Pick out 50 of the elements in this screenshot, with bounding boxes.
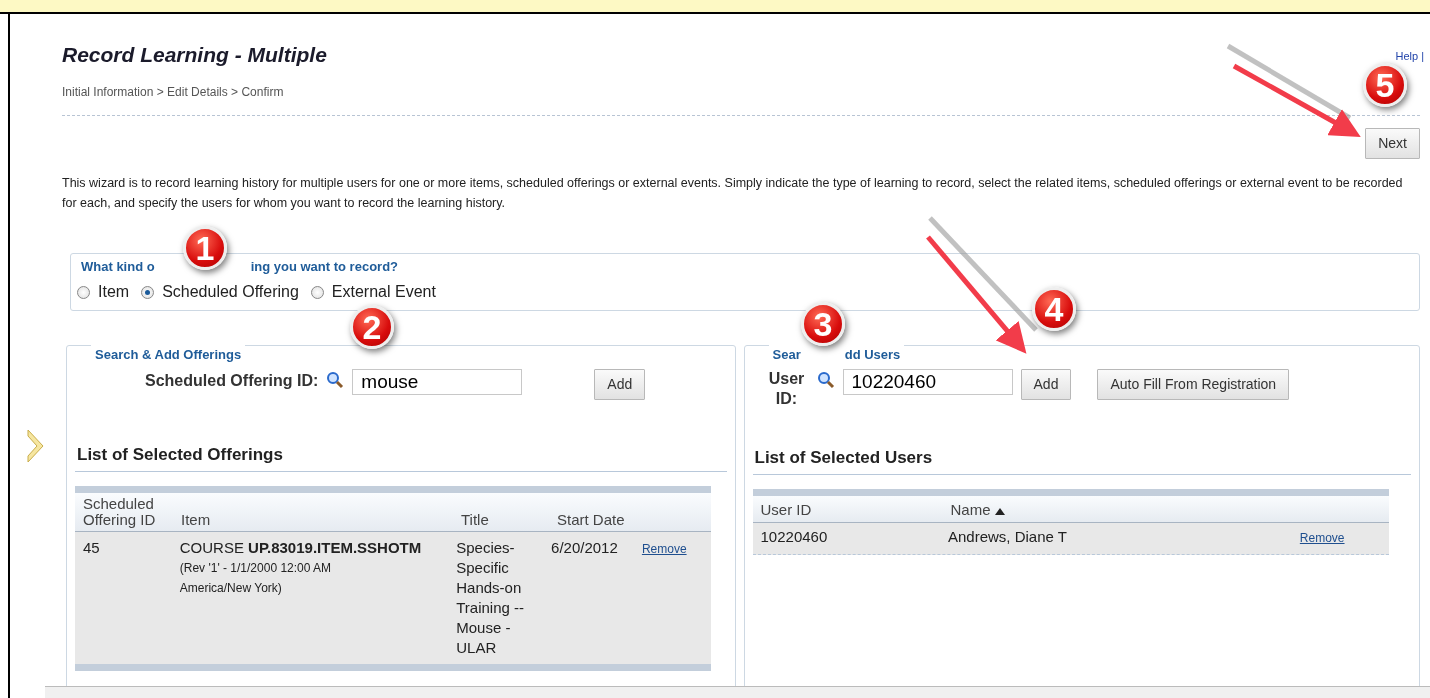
separator-text: | bbox=[1421, 49, 1424, 64]
table-cell-text: 45 bbox=[83, 538, 101, 559]
table-cell-text: Andrews, Diane T bbox=[947, 527, 1068, 548]
input-field[interactable]: 10220460 bbox=[842, 369, 1013, 395]
field-label: User ID: bbox=[767, 369, 806, 409]
add-button[interactable]: Add bbox=[1020, 369, 1072, 400]
table-cell-text: 6/20/2012 bbox=[551, 538, 619, 559]
column-header: Scheduled Offering ID bbox=[83, 495, 156, 529]
callout-badge: 1 bbox=[183, 226, 227, 270]
legend-text: dd Users bbox=[844, 346, 901, 365]
legend-text: What kind o bbox=[81, 258, 155, 276]
radio-label[interactable]: External Event bbox=[331, 280, 436, 305]
next-button[interactable]: Next bbox=[1365, 128, 1420, 159]
add-button[interactable]: Add bbox=[594, 369, 646, 400]
description: This wizard is to record learning history for multiple users for one or more items, scheduled offerings or external events. Simply indicate the type of learning to record, select the related items, scheduled offerings or external event to be recorded for each, and specify the users for whom you want to record the learning history. bbox=[62, 175, 1404, 212]
callout-badge: 3 bbox=[801, 302, 845, 346]
column-header: Title bbox=[461, 511, 489, 529]
column-header: Item bbox=[181, 511, 211, 529]
remove-link[interactable]: Remove bbox=[641, 542, 687, 557]
table-cell-text: 10220460 bbox=[760, 527, 829, 548]
help-link[interactable]: Help bbox=[1395, 48, 1419, 65]
radio-label[interactable]: Scheduled Offering bbox=[162, 280, 299, 305]
callout-badge: 2 bbox=[350, 305, 394, 349]
radio-button[interactable] bbox=[141, 286, 155, 299]
field-label: Scheduled Offering ID: bbox=[145, 371, 319, 391]
callout-badge: 4 bbox=[1032, 287, 1076, 331]
column-header: Start Date bbox=[557, 511, 625, 529]
radio-button[interactable] bbox=[310, 286, 324, 299]
table-cell-text: COURSE UP.83019.ITEM.SSHOTM bbox=[179, 538, 423, 559]
horizontal-scrollbar[interactable] bbox=[45, 686, 1430, 698]
autofill-button[interactable]: Auto Fill From Registration bbox=[1097, 369, 1290, 400]
input-field[interactable]: mouse bbox=[352, 369, 523, 395]
legend-text: Sear bbox=[772, 346, 801, 365]
column-header[interactable]: User ID bbox=[760, 501, 812, 519]
remove-link[interactable]: Remove bbox=[1299, 531, 1345, 546]
table-cell-text: Species-Specific Hands-on Training -- Mouse - ULAR bbox=[456, 538, 526, 659]
column-header[interactable]: Name bbox=[950, 501, 991, 519]
page-title: Record Learning - Multiple bbox=[62, 42, 327, 68]
legend-text: ing you want to record? bbox=[250, 258, 398, 276]
search-icon[interactable] bbox=[326, 371, 345, 389]
breadcrumb: Initial Information > Edit Details > Confirm bbox=[62, 85, 284, 100]
search-icon[interactable] bbox=[816, 371, 835, 389]
section-title: List of Selected Users bbox=[754, 448, 933, 467]
expand-chevron-icon[interactable] bbox=[26, 428, 46, 464]
item-detail: (Rev '1' - 1/1/2000 12:00 AM America/New York) bbox=[179, 560, 333, 598]
callout-badge: 5 bbox=[1363, 63, 1407, 107]
radio-label[interactable]: Item bbox=[98, 280, 130, 305]
legend-text: Search & Add Offerings bbox=[95, 346, 242, 365]
section-title: List of Selected Offerings bbox=[77, 444, 283, 464]
radio-button[interactable] bbox=[77, 286, 90, 299]
